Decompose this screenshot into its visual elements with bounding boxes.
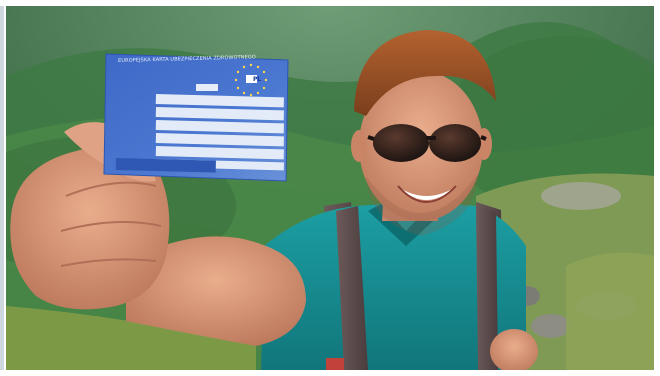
photo-frame: EUROPEJSKA KARTA UBEZPIECZENIA ZDROWOTNE… <box>6 6 654 370</box>
ehic-card <box>103 53 289 182</box>
card-country-code: PL <box>253 76 262 83</box>
left-edge-strip <box>0 6 4 370</box>
scene <box>6 6 654 370</box>
